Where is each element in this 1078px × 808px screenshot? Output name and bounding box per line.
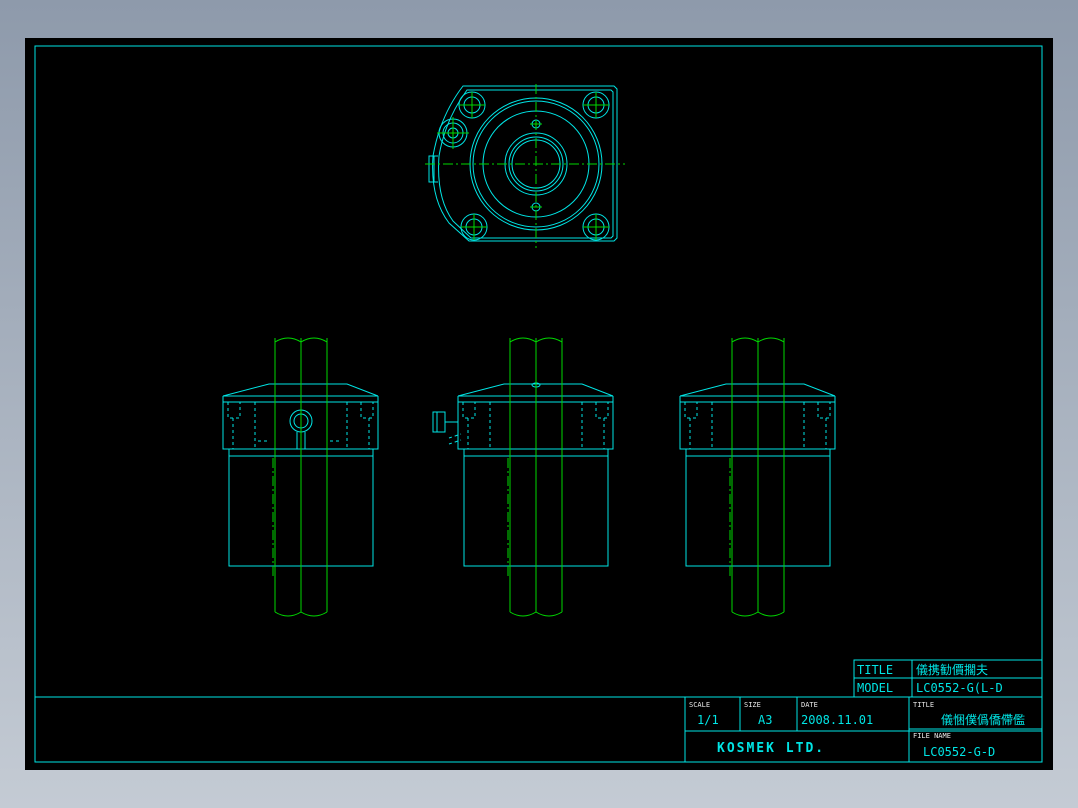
side-view-rods (507, 337, 563, 617)
top-view (425, 84, 625, 248)
drawing-border (34, 45, 1043, 763)
date-label: DATE (801, 701, 818, 709)
main-title-label: TITLE (913, 701, 934, 709)
upper-model-value: LC0552-G(L-D (916, 681, 1003, 695)
main-title-block: SCALE 1/1 SIZE A3 DATE 2008.11.01 TITLE … (684, 697, 1042, 762)
date-value: 2008.11.01 (801, 713, 873, 727)
rear-view-rods (729, 337, 785, 617)
cad-drawing: TITLE MODEL 儀携勧價擱夫 LC0552-G(L-D SCALE 1/… (34, 45, 1043, 763)
size-value: A3 (758, 713, 772, 727)
side-view-hidden-lines (448, 402, 609, 449)
front-view (222, 337, 379, 617)
company-name: KOSMEK LTD. (717, 741, 825, 756)
file-name-label: FILE NAME (913, 732, 951, 740)
corner-holes (458, 91, 610, 241)
side-view (432, 337, 614, 617)
upper-title-label: TITLE (857, 663, 893, 677)
side-view-port-fitting (432, 411, 446, 433)
upper-title-value: 儀携勧價擱夫 (916, 662, 988, 677)
upper-model-label: MODEL (857, 681, 893, 695)
size-label: SIZE (744, 701, 761, 709)
drawing-sheet: TITLE MODEL 儀携勧價擱夫 LC0552-G(L-D SCALE 1/… (25, 38, 1053, 770)
main-title-value: 儀悃僕僞僑僀儖 (941, 713, 1025, 727)
front-view-rods (272, 337, 328, 617)
scale-label: SCALE (689, 701, 710, 709)
rear-view (679, 337, 836, 617)
upper-title-block: TITLE MODEL 儀携勧價擱夫 LC0552-G(L-D (853, 659, 1043, 698)
file-name-value: LC0552-G-D (923, 745, 995, 759)
scale-value: 1/1 (697, 713, 719, 727)
